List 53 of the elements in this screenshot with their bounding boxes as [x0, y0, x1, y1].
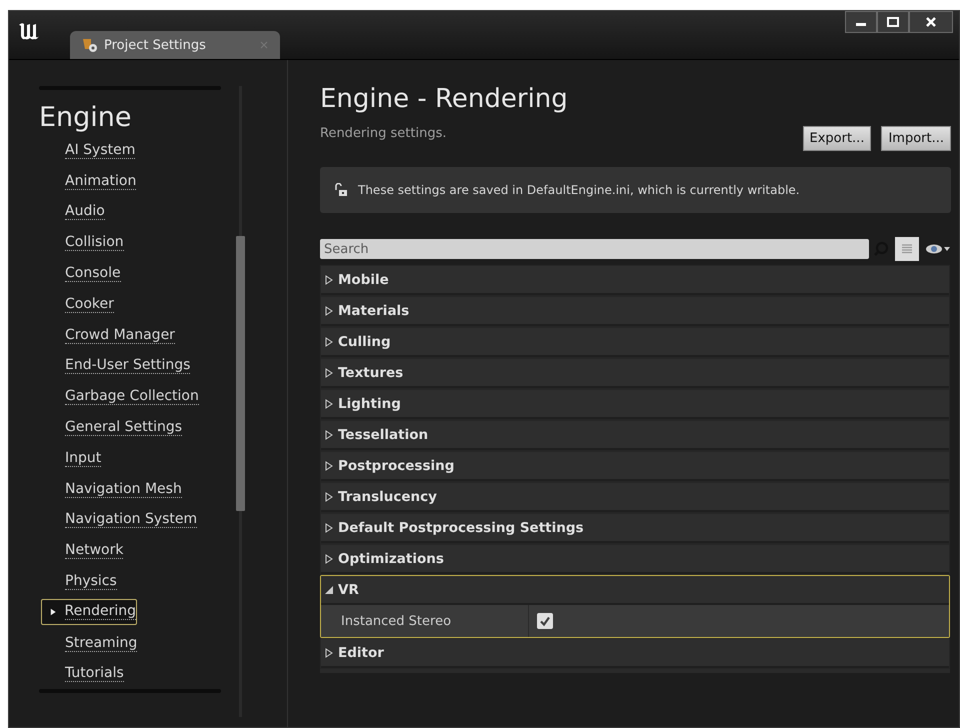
collapsed-arrow-icon — [324, 336, 334, 346]
expanded-arrow-icon — [324, 584, 334, 594]
sidebar-link[interactable]: Rendering — [41, 598, 137, 625]
sidebar-link[interactable]: Navigation System — [25, 504, 231, 536]
collapsed-arrow-icon — [324, 274, 334, 284]
sidebar-link[interactable]: Console — [25, 258, 231, 289]
sidebar-link[interactable]: Physics — [25, 566, 231, 597]
maximize-button[interactable] — [877, 11, 909, 33]
close-icon — [925, 16, 937, 28]
close-button[interactable] — [909, 11, 953, 33]
sidebar-link[interactable]: Cooker — [25, 288, 231, 320]
notice-text: These settings are saved in DefaultEngine.ini, which is currently writable. — [358, 183, 800, 197]
collapsed-arrow-icon — [324, 554, 334, 564]
eye-icon[interactable] — [925, 243, 951, 255]
search-field[interactable]: Search — [320, 239, 869, 259]
checkbox[interactable] — [537, 613, 553, 629]
property-label: Instanced Stereo — [321, 605, 529, 637]
window-title: Project Settings — [104, 38, 206, 52]
sidebar-link[interactable]: Network — [25, 535, 231, 566]
minimize-button[interactable] — [845, 11, 877, 33]
unlock-icon — [334, 183, 348, 197]
sidebar-link[interactable]: Input — [25, 442, 231, 474]
sidebar-heading: Engine — [39, 102, 133, 133]
collapsed-arrow-icon — [324, 398, 334, 408]
collapsed-arrow-icon — [324, 368, 334, 378]
maximize-icon — [886, 17, 900, 27]
import-button[interactable]: Import... — [881, 126, 951, 151]
sidebar-link[interactable]: End-User Settings — [25, 350, 231, 382]
sidebar-link[interactable]: Audio — [25, 196, 231, 228]
collapsed-arrow-icon — [324, 460, 334, 470]
collapsed-arrow-icon — [324, 522, 334, 532]
sidebar-link[interactable]: Streaming — [25, 628, 231, 659]
sidebar-link[interactable]: Crowd Manager — [25, 320, 231, 351]
scrollbar-thumb[interactable] — [236, 236, 245, 511]
list-icon — [901, 243, 913, 255]
collapsed-arrow-icon — [324, 492, 334, 502]
page-title: Engine - Rendering — [320, 84, 568, 114]
page-subtitle: Rendering settings. — [320, 126, 448, 141]
sidebar-link[interactable]: Animation — [25, 166, 231, 197]
category-header[interactable]: VR — [321, 576, 949, 605]
sidebar-link[interactable]: Navigation Mesh — [25, 474, 231, 505]
collapsed-arrow-icon — [324, 430, 334, 440]
sidebar-link[interactable]: AI System — [25, 135, 231, 166]
export-button[interactable]: Export... — [802, 126, 872, 151]
selected-arrow-icon — [50, 606, 56, 617]
collapsed-arrow-icon — [324, 306, 334, 316]
sidebar-link[interactable]: Garbage Collection — [25, 381, 231, 412]
sidebar-link[interactable]: General Settings — [25, 412, 231, 443]
settings-icon — [82, 37, 98, 53]
collapsed-arrow-icon — [324, 648, 334, 658]
sidebar-link[interactable]: Collision — [25, 227, 231, 258]
sidebar-link[interactable]: Tutorials — [25, 658, 231, 690]
window-tab[interactable]: Project Settings — [70, 31, 280, 59]
